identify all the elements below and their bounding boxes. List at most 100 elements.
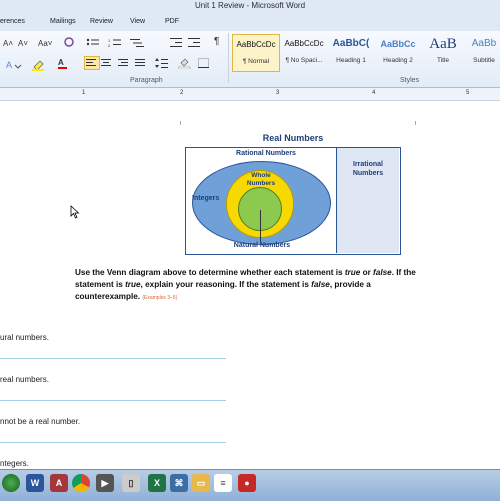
style-preview: AaBb (471, 38, 497, 49)
highlight-icon[interactable] (32, 59, 50, 73)
recording-icon[interactable]: ● (238, 474, 256, 492)
rational-label: Rational Numbers (236, 150, 296, 157)
integers-label: Integers (192, 195, 220, 202)
question-item: nnot be a real number. (0, 417, 81, 426)
tab-pdf[interactable]: PDF (165, 18, 179, 25)
window-title: Unit 1 Review - Microsoft Word (194, 1, 306, 10)
styles-group-label: Styles (400, 77, 420, 84)
instructions-paragraph: Use the Venn diagram above to determine … (75, 267, 425, 304)
tab-review[interactable]: Review (90, 18, 113, 25)
font-color-label: A (58, 58, 64, 67)
natural-label: Natural Numbers (233, 242, 291, 249)
paragraph-group-label: Paragraph (130, 77, 163, 84)
increase-indent-icon[interactable] (188, 38, 200, 50)
borders-icon[interactable] (198, 58, 210, 70)
shrink-font-button[interactable]: A˅ (18, 39, 28, 48)
multilevel-list-icon[interactable] (130, 38, 146, 50)
style-preview: AaBbC( (332, 38, 370, 49)
tab-references[interactable]: erences (0, 18, 25, 25)
grow-font-button[interactable]: A˄ (3, 39, 13, 48)
prompt-false: false (373, 268, 392, 277)
font-color-swatch (58, 67, 67, 69)
style-subtitle[interactable]: AaBb Subtitle (468, 34, 500, 70)
prompt-text: or (360, 268, 374, 277)
prompt-false: false (311, 280, 330, 289)
style-normal[interactable]: AaBbCcDc ¶ Normal (232, 34, 280, 72)
margin-mark (180, 121, 181, 125)
mouse-cursor-icon (70, 205, 80, 224)
network-icon[interactable]: ⌘ (170, 474, 188, 492)
style-name: Heading 2 (383, 57, 413, 64)
ruler-number: 1 (82, 90, 86, 96)
group-divider (228, 33, 229, 83)
svg-text:2: 2 (108, 43, 111, 48)
ribbon-tab-bar: erences Mailings Review View PDF (0, 14, 500, 31)
shading-icon[interactable] (177, 57, 192, 71)
style-preview: AaBbCcDc (284, 39, 324, 48)
answer-line (0, 358, 226, 359)
question-item: real numbers. (0, 375, 49, 384)
prompt-true: true (125, 280, 141, 289)
answer-line (0, 400, 226, 401)
text-effects-icon[interactable]: A (6, 59, 24, 71)
style-preview: AaBbCcDc (236, 40, 276, 49)
justify-icon[interactable] (135, 58, 147, 70)
decrease-indent-icon[interactable] (170, 38, 182, 50)
line-spacing-icon[interactable] (155, 58, 169, 70)
show-formatting-button[interactable]: ¶ (214, 36, 219, 47)
irrational-region: Irrational Numbers (337, 148, 399, 253)
explorer-icon[interactable]: ▭ (192, 474, 210, 492)
ruler-number: 5 (466, 90, 470, 96)
style-title[interactable]: AaB Title (422, 34, 464, 70)
align-left-button[interactable] (84, 56, 100, 70)
style-name: Heading 1 (336, 57, 366, 64)
style-name: ¶ Normal (242, 58, 270, 65)
notepad-icon[interactable]: ≡ (214, 474, 232, 492)
style-name: ¶ No Spaci... (285, 57, 323, 64)
natural-pointer (260, 210, 261, 242)
access-icon[interactable]: A (50, 474, 68, 492)
change-case-button[interactable]: Aa˅ (38, 39, 52, 48)
numbering-icon[interactable]: 12 (108, 38, 124, 50)
style-preview: AaB (429, 36, 457, 52)
clear-format-icon[interactable] (64, 37, 74, 49)
style-name: Title (436, 57, 450, 64)
style-heading-2[interactable]: AaBbCc Heading 2 (376, 34, 420, 70)
examples-reference: (Examples 3–5) (142, 295, 178, 301)
taskbar: W A ▶ ▯ X ⌘ ▭ ≡ ● (0, 469, 500, 501)
word-icon[interactable]: W (26, 474, 44, 492)
venn-title: Real Numbers (262, 133, 324, 143)
style-preview: AaBbCc (380, 39, 416, 49)
align-right-icon[interactable] (118, 58, 130, 70)
prompt-text: Use the Venn diagram above to determine … (75, 268, 345, 277)
title-bar: Unit 1 Review - Microsoft Word (0, 0, 500, 14)
whole-label-1: Whole (251, 172, 271, 179)
irrational-label-2: Numbers (352, 170, 384, 177)
style-no-spacing[interactable]: AaBbCcDc ¶ No Spaci... (281, 34, 327, 70)
bullets-icon[interactable] (86, 38, 102, 50)
prompt-true: true (344, 268, 361, 277)
ruler-number: 3 (276, 90, 280, 96)
question-item: ural numbers. (0, 333, 49, 342)
prompt-text: , explain your reasoning. If the stateme… (140, 280, 312, 289)
align-center-icon[interactable] (101, 58, 113, 70)
irrational-label-1: Irrational (353, 161, 383, 168)
horizontal-ruler[interactable]: 1 2 3 4 5 (0, 88, 500, 101)
question-item: ntegers. (0, 459, 29, 468)
font-color-button[interactable]: A (58, 58, 67, 69)
tab-view[interactable]: View (130, 18, 145, 25)
style-heading-1[interactable]: AaBbC( Heading 1 (329, 34, 373, 70)
margin-mark (415, 121, 416, 125)
ruler-number: 4 (372, 90, 376, 96)
svg-text:A: A (6, 60, 12, 69)
media-player-icon[interactable]: ▶ (96, 474, 114, 492)
tab-mailings[interactable]: Mailings (50, 18, 76, 25)
style-name: Subtitle (473, 57, 495, 64)
chrome-icon[interactable] (72, 474, 90, 492)
ribbon: A˄ A˅ Aa˅ A A 12 ¶ AaBbCcDc ¶ Normal AaB… (0, 31, 500, 88)
windows-orb-icon[interactable] (2, 474, 20, 492)
venn-diagram: Irrational Numbers Rational Numbers Inte… (185, 147, 401, 255)
ruler-number: 2 (180, 90, 184, 96)
excel-icon[interactable]: X (148, 474, 166, 492)
tablet-icon[interactable]: ▯ (122, 474, 140, 492)
